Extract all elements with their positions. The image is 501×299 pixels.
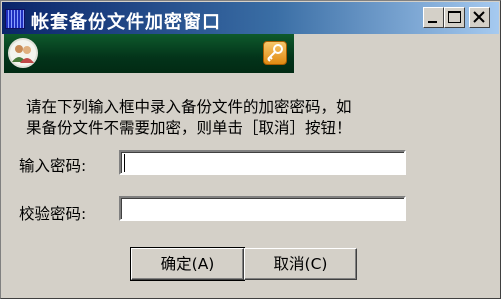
maximize-icon (448, 11, 461, 23)
verify-password-label: 校验密码: (19, 205, 87, 223)
dialog-window: 帐套备份文件加密窗口 请在下列输入框中录入备份文件的加密密码，如 果备份文件不需… (0, 0, 501, 299)
maximize-button[interactable] (444, 7, 465, 28)
text-caret (124, 154, 125, 172)
window-title: 帐套备份文件加密窗口 (31, 12, 221, 33)
cancel-button[interactable]: 取消(C) (244, 248, 357, 280)
key-icon (263, 41, 287, 65)
instruction-line-2: 果备份文件不需要加密，则单击［取消］按钮！ (26, 119, 352, 137)
minimize-icon (428, 21, 437, 23)
instruction-line-1: 请在下列输入框中录入备份文件的加密密码，如 (26, 98, 352, 116)
title-bar[interactable]: 帐套备份文件加密窗口 (2, 2, 499, 34)
header-banner (4, 34, 294, 73)
password-label: 输入密码: (19, 157, 87, 175)
verify-password-field[interactable] (119, 196, 406, 221)
close-button[interactable] (469, 7, 490, 28)
close-icon (473, 11, 485, 23)
password-field[interactable] (119, 150, 406, 175)
users-icon (8, 38, 38, 68)
app-icon[interactable] (5, 9, 25, 29)
instruction-text: 请在下列输入框中录入备份文件的加密密码，如 果备份文件不需要加密，则单击［取消］… (26, 97, 496, 139)
ok-button[interactable]: 确定(A) (130, 247, 245, 281)
minimize-button[interactable] (423, 7, 444, 28)
